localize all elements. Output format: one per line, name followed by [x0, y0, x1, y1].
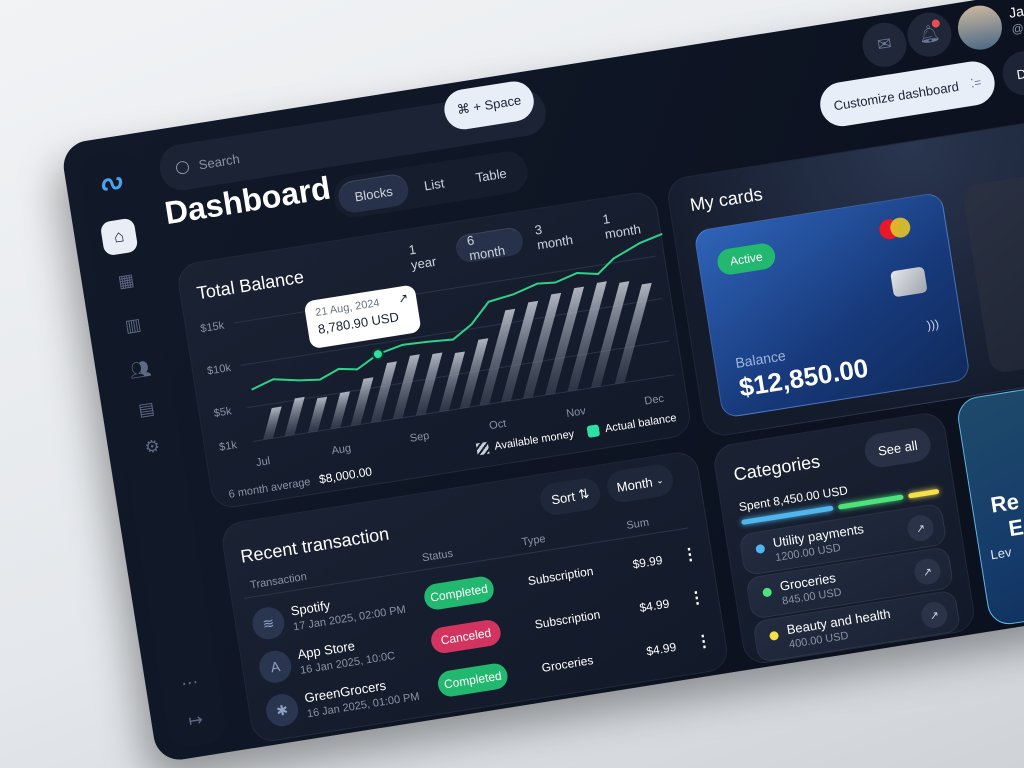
categories-card: Categories See all Spent 8,450.00 USD Ut… — [711, 410, 978, 667]
category-dot — [768, 630, 780, 641]
status-badge: Completed — [436, 661, 510, 699]
my-cards-panel: My cards Active ))) Balance $12,850.00 — [664, 82, 1024, 439]
see-all-button[interactable]: See all — [862, 425, 933, 470]
month-dropdown[interactable]: Month ⌄ — [604, 462, 676, 505]
more-options-icon[interactable]: ⋮ — [694, 630, 713, 652]
tab-blocks[interactable]: Blocks — [336, 172, 411, 215]
available-money-bar — [263, 406, 282, 440]
x-tick-label: Sep — [409, 430, 430, 445]
available-money-bar — [284, 396, 305, 437]
striped-swatch-icon — [475, 441, 490, 456]
extra-button[interactable]: D — [999, 42, 1024, 99]
mail-icon[interactable]: ✉ — [859, 19, 910, 70]
grid-icon[interactable]: ▦ — [107, 262, 146, 301]
user-handle: @jac — [1010, 18, 1024, 37]
logout-icon[interactable]: ↦ — [176, 701, 215, 740]
x-tick-label: Oct — [488, 418, 507, 433]
more-options-icon[interactable]: ⋮ — [680, 543, 699, 565]
y-tick-label: $10k — [206, 362, 232, 378]
chevron-down-icon: ⌄ — [655, 474, 665, 486]
y-tick-label: $5k — [213, 405, 233, 420]
bank-card[interactable]: Active ))) Balance $12,850.00 — [693, 191, 971, 419]
category-dot — [755, 543, 766, 555]
user-name: Jack — [1007, 0, 1024, 21]
x-tick-label: Dec — [644, 393, 666, 408]
avatar[interactable] — [954, 2, 1006, 53]
notification-dot — [931, 18, 941, 29]
app-store-icon: A — [256, 648, 294, 686]
customize-dashboard-button[interactable]: Customize dashboard ⁚= — [817, 58, 998, 130]
spotify-icon: ≋ — [250, 604, 287, 642]
status-badge: Canceled — [429, 618, 503, 655]
highlight-point — [371, 348, 384, 361]
bell-icon[interactable]: 🔔︎ — [904, 9, 955, 60]
available-money-bar — [330, 391, 351, 430]
categories-title: Categories — [732, 451, 822, 485]
sort-icon: ⇅ — [577, 485, 591, 503]
chart-icon[interactable]: ▥ — [114, 306, 153, 345]
arrow-up-right-icon[interactable]: ↗ — [905, 513, 936, 543]
mastercard-logo-icon — [877, 215, 921, 243]
users-icon[interactable]: 👥︎ — [121, 351, 160, 390]
sort-button[interactable]: Sort ⇅ — [538, 476, 603, 517]
calendar-icon[interactable]: ▤ — [127, 390, 166, 429]
category-dot — [762, 587, 773, 598]
y-tick-label: $1k — [218, 439, 238, 454]
contactless-icon: ))) — [925, 316, 940, 333]
dashboard-window: ᔓ ⌂ ▦ ▥ 👥︎ ▤ ⚙ ⋯ ↦ Search ⌘ + Space Dash… — [60, 0, 1024, 764]
my-cards-title: My cards — [688, 183, 764, 216]
x-tick-label: Nov — [565, 405, 587, 420]
x-tick-label: Aug — [331, 442, 352, 457]
status-badge: Completed — [422, 574, 496, 612]
available-money-bar — [307, 396, 328, 433]
gear-icon[interactable]: ⚙ — [133, 428, 172, 467]
home-icon[interactable]: ⌂ — [99, 217, 139, 257]
toggles-icon: ⁚= — [969, 75, 983, 91]
chat-icon[interactable]: ⋯ — [170, 664, 209, 703]
chip-icon — [890, 266, 928, 298]
search-icon — [175, 159, 190, 175]
arrow-up-right-icon[interactable]: ↗ — [397, 291, 409, 306]
logo-icon: ᔓ — [97, 166, 124, 197]
arrow-up-right-icon[interactable]: ↗ — [912, 556, 943, 587]
card-status-badge: Active — [715, 241, 777, 277]
y-tick-label: $15k — [200, 320, 226, 336]
bank-card-secondary[interactable] — [961, 148, 1024, 375]
tab-table[interactable]: Table — [457, 154, 524, 195]
more-options-icon[interactable]: ⋮ — [687, 587, 706, 609]
promo-subtitle: Lev — [989, 544, 1013, 563]
grocer-icon: ✱ — [263, 691, 301, 729]
arrow-up-right-icon[interactable]: ↗ — [919, 600, 950, 630]
green-swatch-icon — [586, 424, 601, 438]
x-tick-label: Jul — [255, 455, 271, 469]
tab-list[interactable]: List — [406, 164, 463, 204]
